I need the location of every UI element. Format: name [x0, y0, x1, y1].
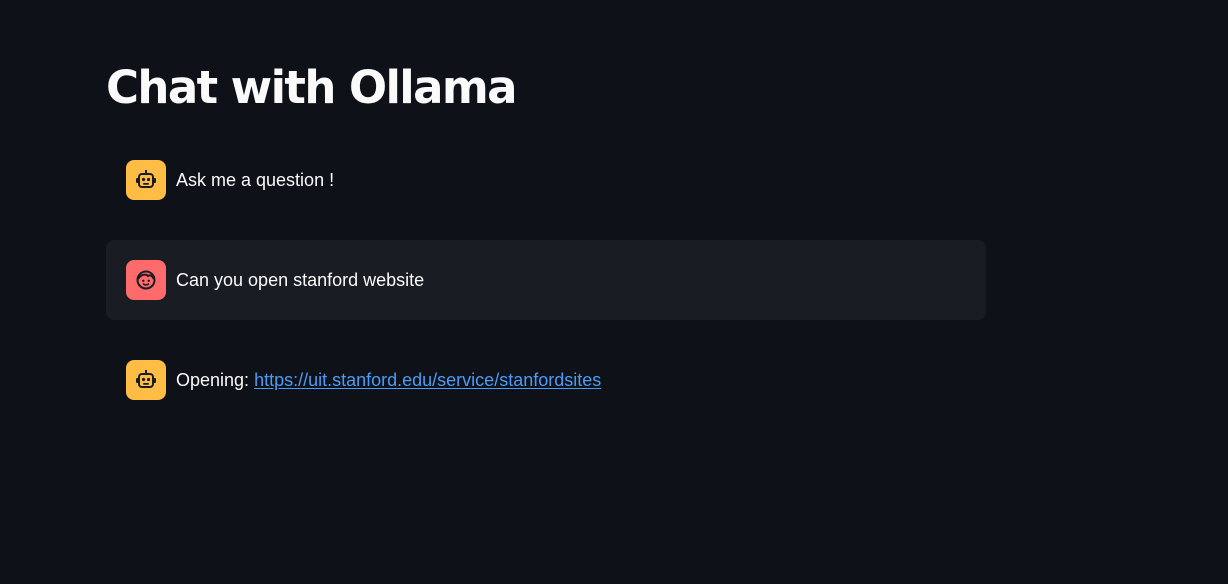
chat-message-assistant: Opening: https://uit.stanford.edu/servic…	[106, 340, 986, 420]
robot-face-icon	[136, 370, 156, 388]
message-prefix: Opening:	[176, 370, 255, 390]
person-face-icon	[136, 270, 156, 290]
message-text: Can you open stanford website	[176, 270, 425, 290]
chat-message-user: Can you open stanford website	[106, 240, 986, 320]
robot-face-icon	[136, 170, 156, 188]
user-avatar	[126, 260, 166, 300]
message-text: Ask me a question !	[176, 170, 335, 190]
assistant-avatar	[126, 360, 166, 400]
assistant-avatar	[126, 160, 166, 200]
stanford-sites-link[interactable]: https://uit.stanford.edu/service/stanfor…	[254, 370, 601, 390]
message-text: Opening: https://uit.stanford.edu/servic…	[176, 367, 601, 393]
page-title: Chat with Ollama	[106, 61, 518, 114]
chat-message-assistant: Ask me a question !	[106, 140, 986, 220]
